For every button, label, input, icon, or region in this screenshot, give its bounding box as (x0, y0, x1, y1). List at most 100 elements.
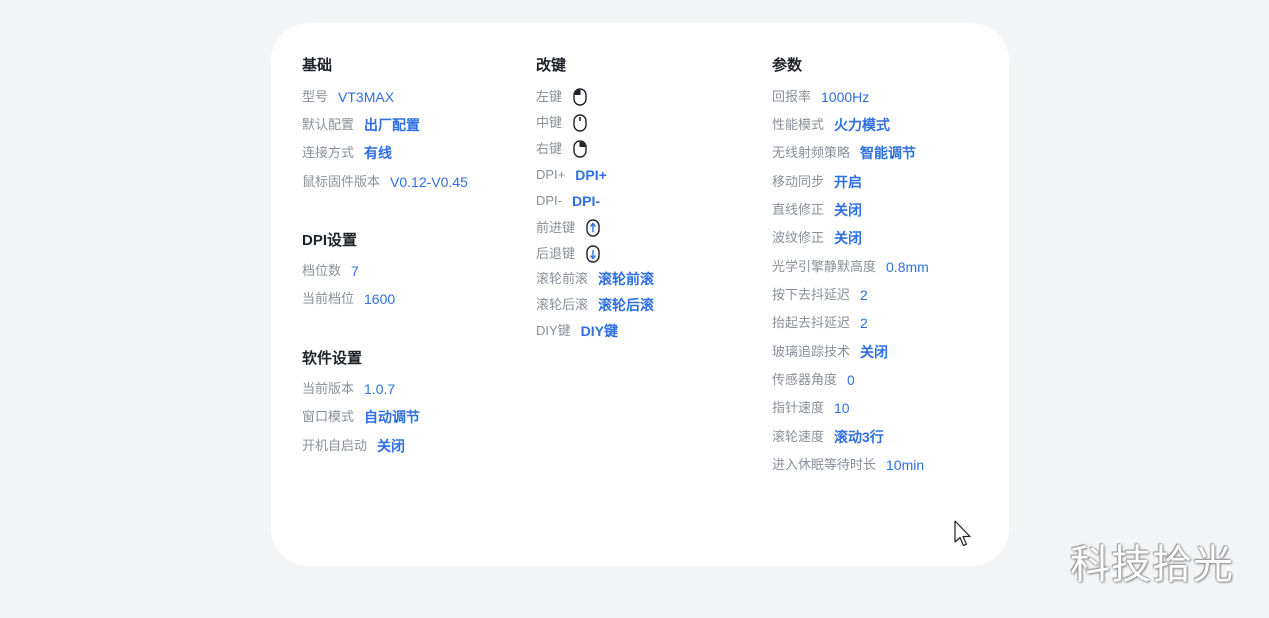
row-label: 波纹修正 (772, 230, 825, 245)
params-row-pointer-speed: 指针速度 10 (772, 398, 850, 418)
remap-row-left: 左键 (536, 87, 588, 107)
row-label: DPI- (536, 193, 562, 208)
row-label: 前进键 (536, 220, 576, 235)
row-label: 当前档位 (302, 291, 355, 306)
row-value: VT3MAX (338, 89, 395, 105)
row-value: 1.0.7 (364, 381, 396, 397)
row-label: 移动同步 (772, 174, 825, 189)
row-label: 连接方式 (302, 145, 355, 160)
basic-row-connection: 连接方式 有线 (302, 143, 392, 163)
row-label: 默认配置 (302, 117, 355, 132)
remap-row-scroll-up: 滚轮前滚 滚轮前滚 (536, 269, 654, 289)
params-section-title: 参数 (772, 57, 803, 74)
row-label: 传感器角度 (772, 372, 838, 387)
row-value: 滚动3行 (834, 429, 884, 445)
software-row-version: 当前版本 1.0.7 (302, 379, 395, 399)
row-label: 右键 (536, 141, 563, 156)
row-value: 关闭 (860, 344, 889, 360)
params-row-angle-snapping: 直线修正 关闭 (772, 200, 862, 220)
remap-row-forward: 前进键 (536, 218, 601, 238)
row-value: 1600 (364, 291, 396, 307)
row-value: DIY键 (580, 323, 619, 339)
remap-row-back: 后退键 (536, 244, 601, 264)
row-value: DPI- (572, 193, 600, 209)
row-label: 档位数 (302, 263, 342, 278)
row-value: 10min (886, 457, 925, 473)
row-value: V0.12-V0.45 (390, 174, 468, 190)
row-label: DIY键 (536, 323, 571, 338)
params-row-rf-strategy: 无线射频策略 智能调节 (772, 143, 916, 163)
row-value: DPI+ (575, 167, 607, 183)
row-value: 开启 (834, 174, 863, 190)
remap-row-scroll-down: 滚轮后滚 滚轮后滚 (536, 295, 654, 315)
software-row-window-mode: 窗口模式 自动调节 (302, 407, 420, 427)
row-value: 关闭 (834, 202, 863, 218)
remap-section-title: 改键 (536, 57, 567, 74)
dpi-row-levels: 档位数 7 (302, 261, 359, 281)
basic-row-default-config: 默认配置 出厂配置 (302, 115, 420, 135)
remap-row-diy: DIY键 DIY键 (536, 321, 618, 341)
watermark-text: 科技拾光 (1070, 542, 1234, 588)
row-label: 按下去抖延迟 (772, 287, 851, 302)
basic-section-title: 基础 (302, 57, 333, 74)
row-label: 当前版本 (302, 381, 355, 396)
row-label: 滚轮前滚 (536, 271, 589, 286)
row-label: 后退键 (536, 246, 576, 261)
remap-row-right: 右键 (536, 139, 588, 159)
params-row-release-debounce: 抬起去抖延迟 2 (772, 313, 868, 333)
basic-row-model: 型号 VT3MAX (302, 87, 394, 107)
row-value: 有线 (364, 145, 393, 161)
software-section-title: 软件设置 (302, 350, 363, 367)
row-label: 性能模式 (772, 117, 825, 132)
software-row-autostart: 开机自启动 关闭 (302, 436, 405, 456)
middle-click-mouse-icon (572, 113, 588, 133)
params-row-scroll-speed: 滚轮速度 滚动3行 (772, 427, 884, 447)
row-label: 滚轮速度 (772, 429, 825, 444)
params-row-sleep-timeout: 进入休眠等待时长 10min (772, 455, 924, 475)
dpi-section-title: DPI设置 (302, 232, 358, 249)
row-value: 滚轮前滚 (598, 271, 655, 287)
params-row-performance-mode: 性能模式 火力模式 (772, 115, 890, 135)
params-row-motion-sync: 移动同步 开启 (772, 172, 862, 192)
basic-row-firmware: 鼠标固件版本 V0.12-V0.45 (302, 172, 468, 192)
row-label: 型号 (302, 89, 329, 104)
row-label: 玻璃追踪技术 (772, 344, 851, 359)
params-row-ripple-control: 波纹修正 关闭 (772, 228, 862, 248)
row-value: 滚轮后滚 (598, 297, 655, 313)
row-label: 鼠标固件版本 (302, 174, 381, 189)
row-value: 0.8mm (886, 259, 929, 275)
row-value: 7 (351, 263, 359, 279)
row-label: 进入休眠等待时长 (772, 457, 877, 472)
remap-row-dpi-plus: DPI+ DPI+ (536, 165, 607, 185)
row-value: 出厂配置 (364, 117, 421, 133)
left-click-mouse-icon (572, 87, 588, 107)
params-row-glass-tracking: 玻璃追踪技术 关闭 (772, 342, 888, 362)
mouse-pointer-icon (953, 520, 973, 548)
params-row-lift-off-distance: 光学引擎静默高度 0.8mm (772, 257, 929, 277)
row-value: 自动调节 (364, 409, 421, 425)
row-label: 开机自启动 (302, 438, 368, 453)
row-value: 10 (834, 400, 850, 416)
row-value: 关闭 (834, 230, 863, 246)
remap-row-dpi-minus: DPI- DPI- (536, 191, 600, 211)
row-label: 无线射频策略 (772, 145, 851, 160)
row-label: 光学引擎静默高度 (772, 259, 877, 274)
row-value: 0 (847, 372, 855, 388)
dpi-row-current-level: 当前档位 1600 (302, 289, 395, 309)
row-value: 2 (860, 315, 868, 331)
params-row-sensor-angle: 传感器角度 0 (772, 370, 855, 390)
row-value: 火力模式 (834, 117, 891, 133)
row-label: 滚轮后滚 (536, 297, 589, 312)
params-row-polling-rate: 回报率 1000Hz (772, 87, 869, 107)
settings-summary-card: 基础 型号 VT3MAX 默认配置 出厂配置 连接方式 有线 鼠标固件版本 V0… (271, 23, 1009, 566)
row-label: 窗口模式 (302, 409, 355, 424)
row-value: 2 (860, 287, 868, 303)
row-label: 抬起去抖延迟 (772, 315, 851, 330)
forward-mouse-icon (585, 218, 601, 238)
right-click-mouse-icon (572, 139, 588, 159)
row-label: 指针速度 (772, 400, 825, 415)
row-label: 直线修正 (772, 202, 825, 217)
row-label: 左键 (536, 89, 563, 104)
row-label: 中键 (536, 115, 563, 130)
params-row-press-debounce: 按下去抖延迟 2 (772, 285, 868, 305)
